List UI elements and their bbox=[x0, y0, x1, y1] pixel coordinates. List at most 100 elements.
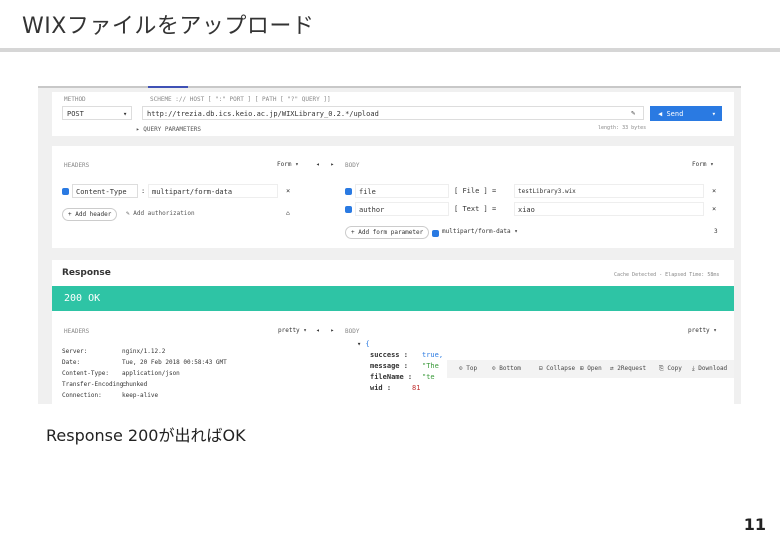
body-type-select[interactable]: [ Text ] = bbox=[454, 205, 496, 213]
scheme-label: SCHEME :// HOST [ ":" PORT ] [ PATH [ "?… bbox=[150, 96, 331, 103]
response-body-label: BODY bbox=[345, 328, 360, 335]
copy-button[interactable]: ⎘ Copy bbox=[659, 365, 682, 373]
url-value: http://trezia.db.ics.keio.ac.jp/WIXLibra… bbox=[147, 110, 379, 118]
remove-body-row-icon[interactable]: × bbox=[712, 205, 716, 213]
add-header-button[interactable]: + Add header bbox=[62, 208, 118, 221]
view-mode: pretty bbox=[278, 327, 300, 334]
method-value: POST bbox=[67, 110, 84, 118]
active-tab-indicator bbox=[148, 86, 188, 88]
copy-label: Copy bbox=[667, 365, 682, 372]
response-headers-view-select[interactable]: pretty ▾ bbox=[278, 327, 307, 334]
response-header-name: Content-Type: bbox=[62, 370, 109, 377]
body-type: File bbox=[462, 187, 480, 195]
top-button[interactable]: ⊙ Top bbox=[459, 365, 477, 372]
download-label: Download bbox=[698, 365, 728, 372]
collapse-button[interactable]: ⊟ Collapse bbox=[539, 365, 575, 372]
json-brace: { bbox=[365, 340, 370, 348]
method-select[interactable]: POST ▾ bbox=[62, 106, 132, 120]
download-button[interactable]: ⤓ Download bbox=[692, 365, 727, 373]
response-header-value: Tue, 20 Feb 2018 00:58:43 GMT bbox=[122, 359, 227, 366]
bottom-button[interactable]: ⊙ Bottom bbox=[492, 365, 521, 372]
request-panel: METHOD SCHEME :// HOST [ ":" PORT ] [ PA… bbox=[52, 92, 734, 136]
json-key: fileName : bbox=[370, 373, 413, 381]
body-mode-select[interactable]: Form ▾ bbox=[692, 161, 714, 168]
response-headers-label: HEADERS bbox=[64, 328, 90, 335]
length-info: length: 33 bytes bbox=[598, 125, 647, 131]
body-row-checkbox[interactable] bbox=[345, 188, 352, 195]
bottom-label: Bottom bbox=[499, 365, 521, 372]
response-header-value: keep-alive bbox=[122, 392, 159, 399]
collapse-arrows[interactable]: ◂ ▸ bbox=[316, 161, 334, 168]
headers-mode-select[interactable]: Form ▾ bbox=[277, 161, 299, 168]
header-value-input[interactable]: multipart/form-data bbox=[148, 184, 278, 198]
header-name: Content-Type bbox=[76, 188, 127, 196]
json-value: 81 bbox=[412, 384, 421, 392]
response-header-value: application/json bbox=[122, 370, 180, 377]
remove-header-icon[interactable]: × bbox=[286, 187, 290, 195]
body-label: BODY bbox=[345, 162, 360, 169]
top-border bbox=[38, 86, 741, 88]
response-header-value: chunked bbox=[122, 381, 148, 388]
title-rule bbox=[0, 48, 780, 52]
response-actions[interactable]: Cache Detected - Elapsed Time: 58ms bbox=[614, 272, 719, 278]
body-file-value: testLibrary3.wix bbox=[518, 188, 576, 195]
body-value: xiao bbox=[518, 206, 535, 214]
trash-icon[interactable]: ⌂ bbox=[286, 210, 290, 217]
headers-mode: Form bbox=[277, 161, 292, 168]
body-value-input[interactable]: xiao bbox=[514, 202, 704, 216]
method-label: METHOD bbox=[64, 96, 86, 103]
remove-body-row-icon[interactable]: × bbox=[712, 187, 716, 195]
status-bar: 200 OK bbox=[52, 286, 734, 311]
header-name-input[interactable]: Content-Type bbox=[72, 184, 138, 198]
collapse-arrows[interactable]: ◂ ▸ bbox=[316, 327, 334, 334]
response-toolbar: ⊙ Top ⊙ Bottom ⊟ Collapse ⊞ Open ⇄ 2Requ… bbox=[447, 360, 734, 378]
json-value: "The bbox=[422, 362, 439, 370]
body-type: Text bbox=[462, 205, 480, 213]
chevron-down-icon: ▾ bbox=[711, 110, 716, 118]
body-type-select[interactable]: [ File ] = bbox=[454, 187, 496, 195]
request-button[interactable]: ⇄ 2Request bbox=[610, 365, 646, 372]
rest-client-screenshot: METHOD SCHEME :// HOST [ ":" PORT ] [ PA… bbox=[38, 86, 741, 404]
response-header-name: Date: bbox=[62, 359, 81, 366]
top-label: Top bbox=[466, 365, 478, 372]
json-open-brace[interactable]: ▾ { bbox=[357, 340, 370, 348]
encoding-value: multipart/form-data bbox=[442, 228, 511, 235]
header-row-checkbox[interactable] bbox=[62, 188, 69, 195]
body-name-input[interactable]: author bbox=[355, 202, 449, 216]
response-detail: HEADERS pretty ▾ ◂ ▸ BODY pretty ▾ Serve… bbox=[52, 318, 734, 404]
open-label: Open bbox=[587, 365, 602, 372]
body-name: author bbox=[359, 206, 385, 214]
response-body-view-select[interactable]: pretty ▾ bbox=[688, 327, 717, 334]
body-count: 3 bbox=[714, 228, 718, 235]
json-value: true, bbox=[422, 351, 444, 359]
response-header-name: Transfer-Encoding: bbox=[62, 381, 128, 388]
body-row-checkbox[interactable] bbox=[345, 206, 352, 213]
chevron-down-icon: ▾ bbox=[123, 110, 128, 118]
slide-caption: Response 200が出ればOK bbox=[46, 426, 246, 445]
add-form-parameter-button[interactable]: + Add form parameter bbox=[345, 226, 430, 239]
json-key: success : bbox=[370, 351, 408, 359]
body-name: file bbox=[359, 188, 376, 196]
header-value: multipart/form-data bbox=[152, 188, 233, 196]
query-params-toggle[interactable]: ▸ QUERY PARAMETERS bbox=[136, 126, 201, 133]
response-header-name: Server: bbox=[62, 348, 88, 355]
send-label: Send bbox=[666, 110, 684, 118]
open-button[interactable]: ⊞ Open bbox=[580, 365, 602, 372]
json-value: "te bbox=[422, 373, 435, 381]
add-authorization-link[interactable]: ✎ Add authorization bbox=[126, 210, 195, 217]
body-file-input[interactable]: testLibrary3.wix bbox=[514, 184, 704, 198]
collapse-label: Collapse bbox=[546, 365, 576, 372]
page-number: 11 bbox=[743, 515, 766, 534]
url-input[interactable]: http://trezia.db.ics.keio.ac.jp/WIXLibra… bbox=[142, 106, 644, 120]
body-name-input[interactable]: file bbox=[355, 184, 449, 198]
add-authorization-label: Add authorization bbox=[133, 210, 195, 217]
edit-icon: ✎ bbox=[631, 109, 636, 117]
send-button[interactable]: ◀ Send ▾ bbox=[650, 106, 722, 121]
slide-title: WIXファイルをアップロード bbox=[22, 14, 315, 39]
encoding-checkbox[interactable] bbox=[432, 230, 439, 237]
header-colon: : bbox=[141, 187, 146, 195]
encoding-select[interactable]: multipart/form-data ▾ bbox=[442, 228, 518, 235]
body-mode: Form bbox=[692, 161, 707, 168]
params-panel: HEADERS Form ▾ ◂ ▸ Content-Type : multip… bbox=[52, 146, 734, 248]
query-params-label: QUERY PARAMETERS bbox=[143, 126, 202, 133]
